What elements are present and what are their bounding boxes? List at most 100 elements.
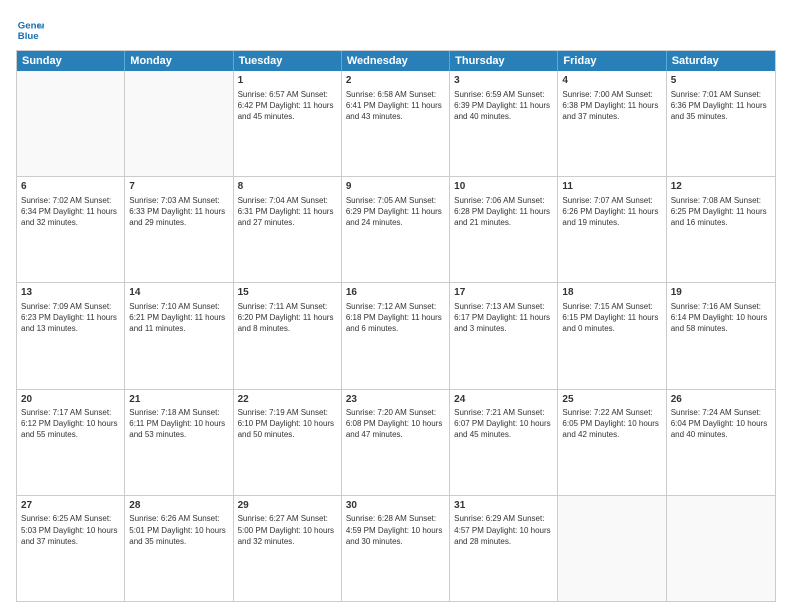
cell-info: Sunrise: 7:12 AM Sunset: 6:18 PM Dayligh…: [346, 301, 445, 335]
cell-info: Sunrise: 7:08 AM Sunset: 6:25 PM Dayligh…: [671, 195, 771, 229]
weekday-header: Wednesday: [342, 51, 450, 71]
day-number: 14: [129, 286, 228, 300]
cell-info: Sunrise: 7:03 AM Sunset: 6:33 PM Dayligh…: [129, 195, 228, 229]
day-number: 9: [346, 180, 445, 194]
cell-info: Sunrise: 6:29 AM Sunset: 4:57 PM Dayligh…: [454, 513, 553, 547]
day-number: 17: [454, 286, 553, 300]
cell-info: Sunrise: 7:06 AM Sunset: 6:28 PM Dayligh…: [454, 195, 553, 229]
day-number: 23: [346, 393, 445, 407]
cell-info: Sunrise: 7:15 AM Sunset: 6:15 PM Dayligh…: [562, 301, 661, 335]
cell-info: Sunrise: 7:05 AM Sunset: 6:29 PM Dayligh…: [346, 195, 445, 229]
calendar-row: 13Sunrise: 7:09 AM Sunset: 6:23 PM Dayli…: [17, 282, 775, 388]
day-number: 13: [21, 286, 120, 300]
calendar-cell: 21Sunrise: 7:18 AM Sunset: 6:11 PM Dayli…: [125, 390, 233, 495]
day-number: 3: [454, 74, 553, 88]
day-number: 8: [238, 180, 337, 194]
day-number: 31: [454, 499, 553, 513]
cell-info: Sunrise: 7:11 AM Sunset: 6:20 PM Dayligh…: [238, 301, 337, 335]
cell-info: Sunrise: 7:02 AM Sunset: 6:34 PM Dayligh…: [21, 195, 120, 229]
calendar-cell: 26Sunrise: 7:24 AM Sunset: 6:04 PM Dayli…: [667, 390, 775, 495]
day-number: 16: [346, 286, 445, 300]
cell-info: Sunrise: 7:24 AM Sunset: 6:04 PM Dayligh…: [671, 407, 771, 441]
calendar-cell: 14Sunrise: 7:10 AM Sunset: 6:21 PM Dayli…: [125, 283, 233, 388]
cell-info: Sunrise: 7:22 AM Sunset: 6:05 PM Dayligh…: [562, 407, 661, 441]
cell-info: Sunrise: 7:07 AM Sunset: 6:26 PM Dayligh…: [562, 195, 661, 229]
cell-info: Sunrise: 6:28 AM Sunset: 4:59 PM Dayligh…: [346, 513, 445, 547]
svg-text:Blue: Blue: [18, 31, 39, 42]
calendar-cell: 25Sunrise: 7:22 AM Sunset: 6:05 PM Dayli…: [558, 390, 666, 495]
day-number: 4: [562, 74, 661, 88]
calendar-cell: 29Sunrise: 6:27 AM Sunset: 5:00 PM Dayli…: [234, 496, 342, 601]
day-number: 10: [454, 180, 553, 194]
day-number: 28: [129, 499, 228, 513]
cell-info: Sunrise: 7:16 AM Sunset: 6:14 PM Dayligh…: [671, 301, 771, 335]
day-number: 12: [671, 180, 771, 194]
calendar-cell: 23Sunrise: 7:20 AM Sunset: 6:08 PM Dayli…: [342, 390, 450, 495]
logo: General Blue: [16, 16, 48, 44]
day-number: 7: [129, 180, 228, 194]
day-number: 15: [238, 286, 337, 300]
cell-info: Sunrise: 7:01 AM Sunset: 6:36 PM Dayligh…: [671, 89, 771, 123]
header: General Blue: [16, 16, 776, 44]
calendar-cell: 2Sunrise: 6:58 AM Sunset: 6:41 PM Daylig…: [342, 71, 450, 176]
calendar: SundayMondayTuesdayWednesdayThursdayFrid…: [16, 50, 776, 602]
calendar-cell: 7Sunrise: 7:03 AM Sunset: 6:33 PM Daylig…: [125, 177, 233, 282]
calendar-cell: 10Sunrise: 7:06 AM Sunset: 6:28 PM Dayli…: [450, 177, 558, 282]
cell-info: Sunrise: 7:04 AM Sunset: 6:31 PM Dayligh…: [238, 195, 337, 229]
calendar-cell: [667, 496, 775, 601]
day-number: 11: [562, 180, 661, 194]
calendar-cell: 28Sunrise: 6:26 AM Sunset: 5:01 PM Dayli…: [125, 496, 233, 601]
day-number: 5: [671, 74, 771, 88]
calendar-cell: 27Sunrise: 6:25 AM Sunset: 5:03 PM Dayli…: [17, 496, 125, 601]
calendar-cell: 1Sunrise: 6:57 AM Sunset: 6:42 PM Daylig…: [234, 71, 342, 176]
calendar-cell: 4Sunrise: 7:00 AM Sunset: 6:38 PM Daylig…: [558, 71, 666, 176]
cell-info: Sunrise: 6:26 AM Sunset: 5:01 PM Dayligh…: [129, 513, 228, 547]
calendar-cell: 18Sunrise: 7:15 AM Sunset: 6:15 PM Dayli…: [558, 283, 666, 388]
cell-info: Sunrise: 6:58 AM Sunset: 6:41 PM Dayligh…: [346, 89, 445, 123]
calendar-cell: 16Sunrise: 7:12 AM Sunset: 6:18 PM Dayli…: [342, 283, 450, 388]
cell-info: Sunrise: 7:19 AM Sunset: 6:10 PM Dayligh…: [238, 407, 337, 441]
cell-info: Sunrise: 7:17 AM Sunset: 6:12 PM Dayligh…: [21, 407, 120, 441]
calendar-cell: 17Sunrise: 7:13 AM Sunset: 6:17 PM Dayli…: [450, 283, 558, 388]
calendar-cell: 9Sunrise: 7:05 AM Sunset: 6:29 PM Daylig…: [342, 177, 450, 282]
cell-info: Sunrise: 7:21 AM Sunset: 6:07 PM Dayligh…: [454, 407, 553, 441]
weekday-header: Sunday: [17, 51, 125, 71]
day-number: 26: [671, 393, 771, 407]
day-number: 6: [21, 180, 120, 194]
cell-info: Sunrise: 6:59 AM Sunset: 6:39 PM Dayligh…: [454, 89, 553, 123]
calendar-cell: 22Sunrise: 7:19 AM Sunset: 6:10 PM Dayli…: [234, 390, 342, 495]
weekday-header: Friday: [558, 51, 666, 71]
weekday-header: Tuesday: [234, 51, 342, 71]
weekday-header: Monday: [125, 51, 233, 71]
cell-info: Sunrise: 6:27 AM Sunset: 5:00 PM Dayligh…: [238, 513, 337, 547]
cell-info: Sunrise: 6:25 AM Sunset: 5:03 PM Dayligh…: [21, 513, 120, 547]
calendar-cell: 8Sunrise: 7:04 AM Sunset: 6:31 PM Daylig…: [234, 177, 342, 282]
cell-info: Sunrise: 7:00 AM Sunset: 6:38 PM Dayligh…: [562, 89, 661, 123]
calendar-cell: 13Sunrise: 7:09 AM Sunset: 6:23 PM Dayli…: [17, 283, 125, 388]
calendar-row: 6Sunrise: 7:02 AM Sunset: 6:34 PM Daylig…: [17, 176, 775, 282]
calendar-cell: [558, 496, 666, 601]
day-number: 18: [562, 286, 661, 300]
day-number: 19: [671, 286, 771, 300]
day-number: 1: [238, 74, 337, 88]
day-number: 25: [562, 393, 661, 407]
weekday-header: Thursday: [450, 51, 558, 71]
calendar-cell: 19Sunrise: 7:16 AM Sunset: 6:14 PM Dayli…: [667, 283, 775, 388]
calendar-cell: 30Sunrise: 6:28 AM Sunset: 4:59 PM Dayli…: [342, 496, 450, 601]
calendar-body: 1Sunrise: 6:57 AM Sunset: 6:42 PM Daylig…: [17, 71, 775, 601]
cell-info: Sunrise: 7:20 AM Sunset: 6:08 PM Dayligh…: [346, 407, 445, 441]
day-number: 21: [129, 393, 228, 407]
cell-info: Sunrise: 7:09 AM Sunset: 6:23 PM Dayligh…: [21, 301, 120, 335]
calendar-cell: 12Sunrise: 7:08 AM Sunset: 6:25 PM Dayli…: [667, 177, 775, 282]
calendar-cell: 6Sunrise: 7:02 AM Sunset: 6:34 PM Daylig…: [17, 177, 125, 282]
calendar-cell: [17, 71, 125, 176]
calendar-cell: 31Sunrise: 6:29 AM Sunset: 4:57 PM Dayli…: [450, 496, 558, 601]
calendar-cell: 5Sunrise: 7:01 AM Sunset: 6:36 PM Daylig…: [667, 71, 775, 176]
day-number: 30: [346, 499, 445, 513]
day-number: 20: [21, 393, 120, 407]
calendar-cell: 20Sunrise: 7:17 AM Sunset: 6:12 PM Dayli…: [17, 390, 125, 495]
calendar-row: 27Sunrise: 6:25 AM Sunset: 5:03 PM Dayli…: [17, 495, 775, 601]
calendar-cell: 24Sunrise: 7:21 AM Sunset: 6:07 PM Dayli…: [450, 390, 558, 495]
calendar-cell: 15Sunrise: 7:11 AM Sunset: 6:20 PM Dayli…: [234, 283, 342, 388]
cell-info: Sunrise: 6:57 AM Sunset: 6:42 PM Dayligh…: [238, 89, 337, 123]
